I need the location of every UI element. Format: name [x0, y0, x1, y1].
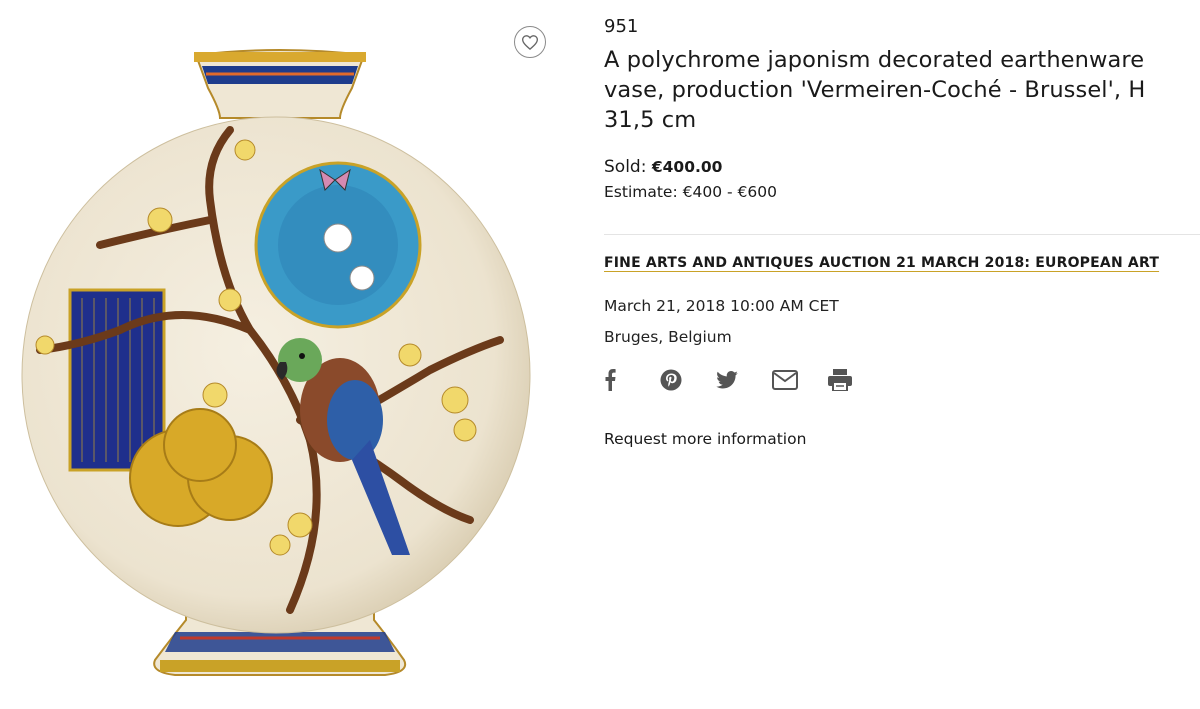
- sold-label: Sold:: [604, 157, 647, 177]
- request-info-link[interactable]: Request more information: [604, 430, 806, 448]
- auction-location: Bruges, Belgium: [604, 328, 732, 346]
- lot-details: 951 A polychrome japonism decorated eart…: [604, 14, 1184, 201]
- share-bar: [604, 366, 884, 394]
- pinterest-icon[interactable]: [660, 366, 716, 394]
- sold-value: €400.00: [651, 158, 723, 176]
- divider: [604, 234, 1200, 235]
- auction-link[interactable]: FINE ARTS AND ANTIQUES AUCTION 21 MARCH …: [604, 255, 1159, 271]
- vase-illustration: [21, 49, 531, 676]
- mail-icon[interactable]: [772, 366, 828, 394]
- lot-image[interactable]: [0, 0, 560, 709]
- print-icon[interactable]: [828, 366, 884, 394]
- twitter-icon[interactable]: [716, 366, 772, 394]
- auction-date: March 21, 2018 10:00 AM CET: [604, 297, 839, 315]
- heart-icon: [522, 34, 538, 50]
- lot-number: 951: [604, 16, 639, 37]
- estimate: Estimate: €400 - €600: [604, 183, 777, 201]
- facebook-icon[interactable]: [604, 366, 660, 394]
- favorite-button[interactable]: [514, 26, 546, 58]
- lot-title: A polychrome japonism decorated earthenw…: [604, 47, 1146, 133]
- sold-price: Sold: €400.00: [604, 157, 1184, 177]
